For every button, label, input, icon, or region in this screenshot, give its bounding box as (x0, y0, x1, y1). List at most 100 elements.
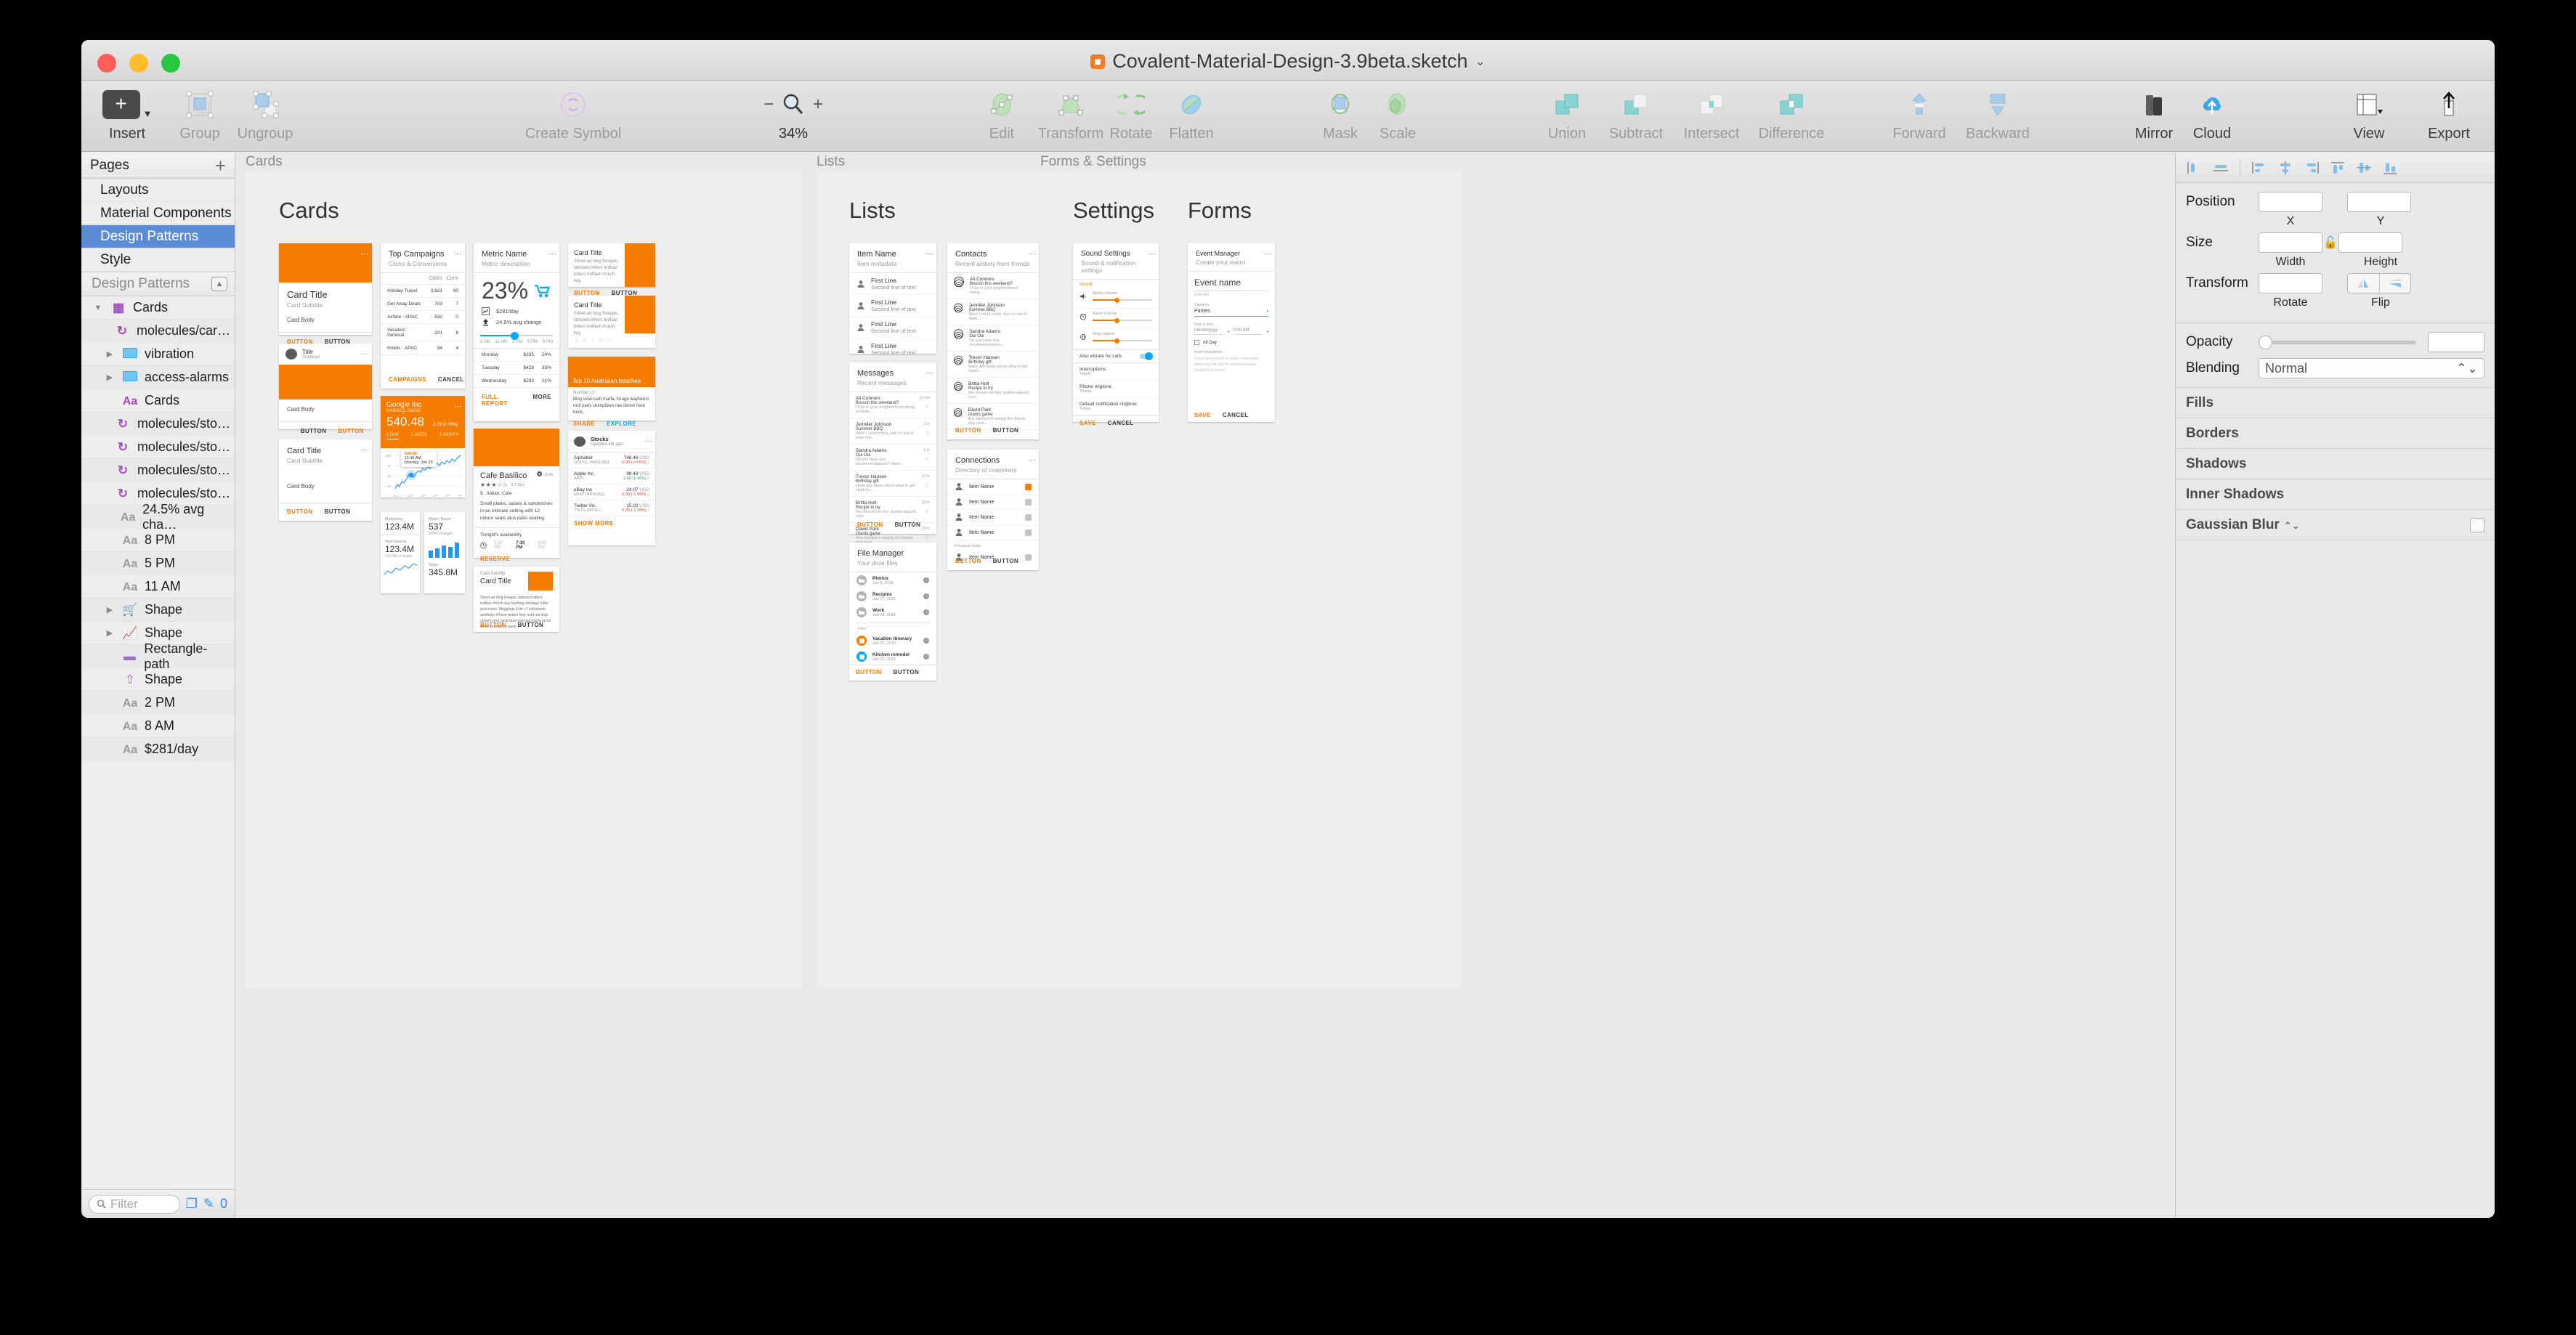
star-icon[interactable]: ☆ (923, 455, 930, 462)
zoom-out-icon[interactable]: − (764, 94, 774, 115)
overflow-menu-icon[interactable]: ⋮ (644, 437, 652, 445)
message-row[interactable]: Ali Connors Brunch this weekend? I'll be… (849, 392, 936, 418)
slider-track[interactable] (1093, 338, 1152, 344)
overflow-menu-icon[interactable]: ⋮ (548, 250, 556, 258)
stock-row[interactable]: Alphabet GOOGL (NASDAQ) 748.46 USD -0.39… (568, 453, 655, 468)
stock-tab-1day[interactable]: 1 DAY (386, 433, 399, 439)
sidebar-page-layouts[interactable]: Layouts (81, 179, 235, 202)
card-button-secondary[interactable]: BUTTON (993, 427, 1019, 434)
list-item[interactable]: Sandra Adams Oui Oui Do you have any rec… (947, 325, 1039, 352)
toolbar-backward[interactable]: Backward (1958, 86, 2038, 142)
inspector-section-header[interactable]: Shadows (2176, 449, 2495, 479)
list-item[interactable]: First Line Second line of text (849, 338, 936, 360)
layer-row[interactable]: ▼ ▦ Cards (81, 296, 235, 320)
toolbar-union[interactable]: Union (1536, 86, 1597, 142)
description-input[interactable]: Lorem ipsum dolor sit amet, consectetur … (1194, 356, 1268, 373)
setting-row[interactable]: Interruptions Totally (1073, 363, 1159, 381)
artboard-label-lists[interactable]: Lists (817, 154, 845, 170)
card-button-reserve[interactable]: RESERVE (480, 556, 510, 562)
inspector-section-header[interactable]: Inner Shadows (2176, 479, 2495, 510)
layer-row[interactable]: Aa 2 PM (81, 691, 235, 715)
toolbar-subtract[interactable]: Subtract (1600, 86, 1672, 142)
card-button-secondary[interactable]: BUTTON (518, 622, 544, 628)
setting-row[interactable]: Phone ringtone Titania (1073, 381, 1159, 398)
card-button-campaigns[interactable]: CAMPAIGNS (389, 376, 426, 383)
folder-row[interactable]: Recipies Jan 17, 2016 i (849, 588, 936, 604)
message-row[interactable]: Sandra Adams Oui Oui Do you have any rec… (849, 445, 936, 471)
toolbar-mask[interactable]: Mask (1311, 86, 1369, 142)
vibrate-toggle-row[interactable]: Also vibrate for calls (1073, 350, 1159, 362)
overflow-menu-icon[interactable]: ⋮ (1027, 250, 1036, 258)
artboard-label-cards[interactable]: Cards (246, 154, 283, 170)
overflow-menu-icon[interactable]: ⋮ (1147, 250, 1156, 258)
toolbar-view[interactable]: View (2338, 86, 2400, 142)
card-button-primary[interactable]: BUTTON (856, 669, 882, 675)
badge-icon[interactable] (1025, 483, 1032, 490)
info-icon[interactable]: i (923, 609, 929, 615)
info-icon[interactable]: i (923, 593, 929, 599)
card-button-secondary[interactable]: BUTTON (301, 428, 327, 434)
align-top-icon[interactable] (2326, 158, 2349, 177)
card-button-full-report[interactable]: FULL REPORT (482, 394, 521, 407)
distribute-left-icon[interactable] (2248, 158, 2271, 177)
metric-slider[interactable] (480, 332, 553, 340)
opacity-input[interactable] (2428, 332, 2484, 352)
layer-row[interactable]: ▶ vibration (81, 343, 235, 366)
card-button-more[interactable]: MORE (532, 394, 551, 407)
card-titled[interactable]: Title Subhead ⋮ Card Body BUTTON BUTTON (279, 344, 372, 434)
badge-icon[interactable] (1025, 498, 1032, 506)
stock-row[interactable]: eBay Inc EBAY (NASDAQ) 24.07 USD -0.39 (… (568, 484, 655, 500)
flip-horizontal-icon[interactable] (2348, 274, 2379, 293)
toolbar-cloud[interactable]: Cloud (2181, 86, 2243, 142)
date-input[interactable]: mm/dd/yyyy (1194, 328, 1224, 335)
card-button-secondary[interactable]: BUTTON (895, 522, 921, 528)
card-button-save[interactable]: SAVE (1080, 420, 1096, 426)
list-item[interactable]: First Line Second line of text (849, 317, 936, 338)
section-checkbox[interactable] (2470, 517, 2484, 532)
sidebar-page-material-components[interactable]: Material Components (81, 202, 235, 225)
list-item[interactable]: Item Name (947, 479, 1039, 495)
cafe-time-1[interactable]: 5:30 PM (494, 541, 509, 550)
star-icon[interactable]: ☆ (922, 508, 930, 514)
overflow-menu-icon[interactable]: ⋮ (453, 402, 462, 410)
card-google-stock[interactable]: Google Inc NASDAQ: GOOG 540.48 2.29 (2.0… (381, 396, 465, 498)
filter-input[interactable]: Filter (89, 1194, 180, 1214)
category-select[interactable]: Parties ▾ (1194, 309, 1268, 314)
collapse-icon[interactable]: ▲ (211, 277, 227, 291)
card-marketing[interactable]: Marketing 123.4M Impressions 123.4M +12.… (381, 512, 420, 593)
flip-buttons[interactable] (2347, 273, 2411, 293)
badge-icon[interactable] (1025, 529, 1032, 536)
toolbar-create-symbol[interactable]: Create Symbol (511, 86, 635, 142)
info-icon[interactable]: i (923, 654, 929, 660)
overflow-menu-icon[interactable]: ⋮ (360, 446, 369, 454)
clock-chevron-icon[interactable]: ▾ (1266, 330, 1268, 334)
slider-row[interactable]: Ring volume (1073, 329, 1159, 349)
star-icon[interactable]: ☆ (919, 403, 930, 410)
card-event-form[interactable]: Event Manager Create your event ⋮ Event … (1188, 243, 1275, 422)
file-row[interactable]: Kitchen remodel Jan 10, 2016 i (849, 649, 936, 665)
info-icon[interactable]: i (923, 638, 929, 644)
disclosure-triangle[interactable]: ▶ (104, 373, 116, 382)
slider-row[interactable]: Alarm volume (1073, 309, 1159, 329)
card-button-secondary[interactable]: BUTTON (325, 508, 351, 515)
star-icon[interactable]: ☆ (923, 429, 930, 436)
toolbar-mirror[interactable]: Mirror (2123, 86, 2185, 142)
list-item[interactable]: Trevor Hansen Birthday gift Have any ide… (947, 352, 1039, 378)
slider-track[interactable] (1093, 317, 1152, 323)
artboard-cards[interactable]: Cards ⋮ Card Title Card Subtitle Card Bo… (246, 171, 802, 988)
layer-row[interactable]: Aa $281/day (81, 738, 235, 761)
artboard-label-forms-settings[interactable]: Forms & Settings (1040, 154, 1146, 170)
card-contacts[interactable]: Contacts Recent activity from friends ⋮ … (947, 243, 1039, 439)
stepper-icon[interactable]: ⌃⌄ (2284, 520, 2300, 531)
table-row[interactable]: Vacation · General 201 8 (381, 324, 465, 342)
time-input[interactable]: 0:00 AM (1233, 328, 1263, 335)
add-page-button[interactable]: + (215, 156, 226, 175)
align-bottom-icon[interactable] (2378, 158, 2402, 177)
card-button-primary[interactable]: BUTTON (287, 508, 313, 515)
duplicate-layers-icon[interactable]: ❐ (186, 1196, 198, 1212)
card-basic-2[interactable]: Card Title Card Subtitle ⋮ Card Body BUT… (279, 439, 372, 521)
card-stocks[interactable]: Stocks Updated 4hr ago ⋮ Alphabet GOOGL … (568, 431, 655, 545)
list-item[interactable]: First Line Second line of text (849, 273, 936, 295)
lock-aspect-icon[interactable]: 🔓 (2322, 235, 2338, 250)
sidebar-page-style[interactable]: Style (81, 248, 235, 272)
